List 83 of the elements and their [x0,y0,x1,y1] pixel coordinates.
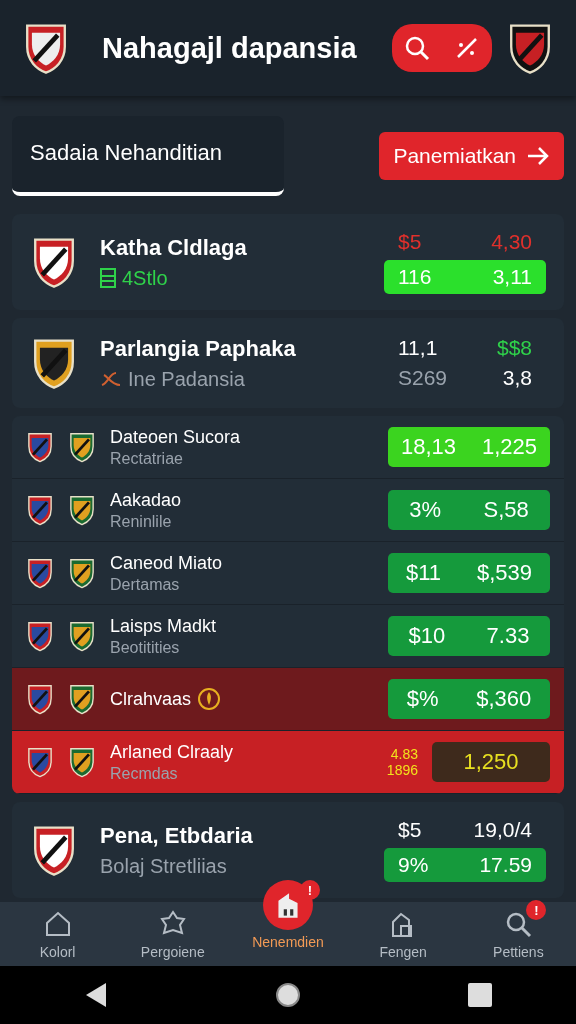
nav-item[interactable]: Kolorl [7,902,108,966]
arrow-right-icon [526,146,550,166]
action-button[interactable]: Panemiatkan [379,132,564,180]
nav-item[interactable]: Pergoiene [122,902,223,966]
recents-icon[interactable] [468,983,493,1007]
crest-icon [68,746,96,778]
odds-value: S,58 [483,497,529,523]
odds-value: 7.33 [486,623,530,649]
odds-value: $10 [408,623,446,649]
odds-value: 4,30 [491,230,532,254]
match-row[interactable]: Caneod Miato Dertamas $11 $,539 [12,542,564,605]
odds-value: 3,8 [502,366,532,390]
match-row[interactable]: Dateoen Sucora Rectatriae 18,13 1,225 [12,416,564,479]
crest-icon [26,431,54,463]
odds-pill[interactable]: $10 7.33 [388,616,550,656]
search-icon[interactable] [404,35,430,61]
team-name: Arlaned Clraaly [110,741,235,763]
odds-value: 1,250 [463,749,519,775]
odds-value: 18,13 [400,434,457,460]
odds-value: 1896 [386,762,418,778]
odds-value: 116 [398,265,432,289]
team-name: Clrahvaas [110,688,192,710]
odds-value: 17.59 [479,853,532,877]
crest-icon [68,683,96,715]
nav-item[interactable]: Pettiens ! [468,902,569,966]
match-row[interactable]: Clrahvaas $% $,360 [12,668,564,731]
odds-bar[interactable]: 9% 17.59 [384,848,546,882]
ticket-icon [100,268,116,288]
odds-value: $,539 [476,560,532,586]
crest-icon [68,620,96,652]
odds-value: $% [406,686,439,712]
odds-pill[interactable]: $11 $,539 [388,553,550,593]
match-subtitle: Dertamas [110,575,181,594]
match-card[interactable]: Katha Cldlaga 4Stlo $5 4,30 116 3,11 [12,214,564,310]
nav-item[interactable]: Fengen [353,902,454,966]
match-subtitle: Rectatriae [110,449,184,468]
odds-value: $11 [405,560,442,586]
odds-value: $5 [398,818,422,842]
team-name: Katha Cldlaga [100,234,248,261]
match-row[interactable]: Laisps Madkt Beotitities $10 7.33 [12,605,564,668]
odds-value: 11,1 [398,336,438,360]
odds-value: $,360 [476,686,532,712]
crest-icon [26,494,54,526]
odds-value: 3% [409,497,442,523]
match-row[interactable]: Aakadao Reninlile 3% S,58 [12,479,564,542]
match-subtitle: Recmdas [110,764,179,783]
team-name: Pena, Etbdaria [100,822,254,849]
match-subtitle: Ine Padansia [128,367,245,391]
action-pill[interactable] [392,24,492,72]
odds-pill[interactable]: 3% S,58 [388,490,550,530]
crest-icon [68,431,96,463]
match-card[interactable]: Parlangia Paphaka Ine Padansia 11,1 $$8 S269 3,8 [12,318,564,408]
crest-icon [26,746,54,778]
crest-icon [26,557,54,589]
crest-icon [68,494,96,526]
odds-pill[interactable]: $% $,360 [388,679,550,719]
crest-icon [26,620,54,652]
odds-pill[interactable]: 1,250 [432,742,550,782]
match-row[interactable]: Arlaned Clraaly Recmdas 4.83 1896 1,250 [12,731,564,794]
team-name: Aakadao [110,489,183,511]
odds-value: S269 [398,366,448,390]
team-name: Dateoen Sucora [110,426,242,448]
team-name: Laisps Madkt [110,615,218,637]
match-subtitle: Bolaj Stretliias [100,854,228,878]
tab[interactable]: Sadaia Nehanditian [12,116,284,196]
odds-value: 19,0/4 [473,818,532,842]
odds-value: $5 [398,230,422,254]
match-subtitle: Reninlile [110,512,173,531]
notification-badge: ! [526,900,547,920]
odds-value: $$8 [496,336,532,360]
team-name: Caneod Miato [110,552,224,574]
team-name: Parlangia Paphaka [100,335,297,362]
home-icon[interactable] [275,982,301,1008]
odds-value: 3,11 [492,265,532,289]
match-subtitle: Beotitities [110,638,181,657]
swirl-icon [100,369,122,389]
crest-icon [68,557,96,589]
odds-value: 9% [398,853,429,877]
app-title: Nahagajl dapansia [102,31,358,65]
odds-value: 4.83 [390,746,418,762]
odds-value: 1,225 [481,434,538,460]
match-subtitle: 4Stlo [122,266,168,290]
crest-icon [26,683,54,715]
